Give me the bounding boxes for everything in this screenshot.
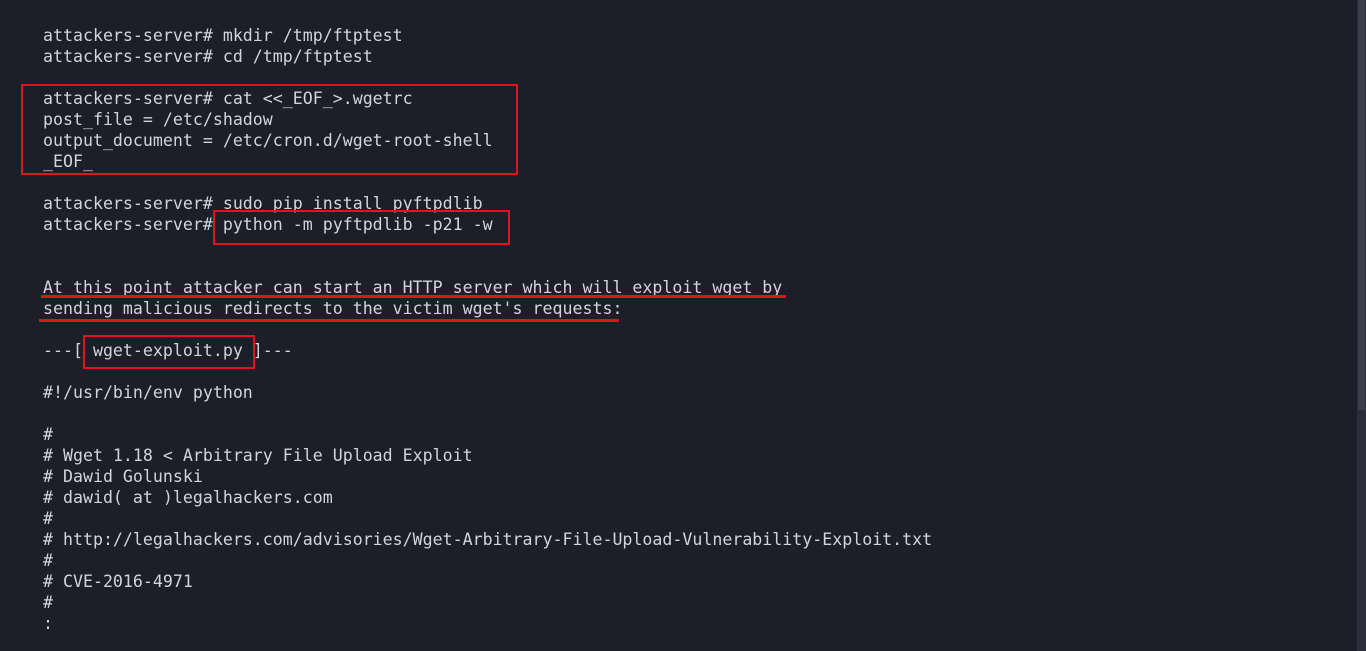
terminal-line-comment: # http://legalhackers.com/advisories/Wge… — [43, 530, 933, 549]
terminal-line-comment: # dawid( at )legalhackers.com — [43, 488, 333, 507]
terminal-line-comment: # Dawid Golunski — [43, 467, 203, 486]
terminal-window[interactable]: attackers-server# mkdir /tmp/ftptest att… — [0, 0, 1357, 651]
scrollbar-thumb[interactable] — [1358, 0, 1365, 410]
terminal-line-comment: # Wget 1.18 < Arbitrary File Upload Expl… — [43, 446, 473, 465]
terminal-line-mkdir: attackers-server# mkdir /tmp/ftptest — [43, 26, 403, 45]
highlight-underline-2 — [39, 319, 619, 322]
highlight-underline-1 — [41, 295, 786, 298]
terminal-line-comment: # — [43, 425, 53, 444]
highlight-box-ftp-command — [213, 210, 510, 245]
terminal-line-explanation-2: sending malicious redirects to the victi… — [43, 299, 623, 318]
terminal-line-comment: # — [43, 593, 53, 612]
terminal-line-comment: # — [43, 551, 53, 570]
terminal-line-shebang: #!/usr/bin/env python — [43, 383, 253, 402]
highlight-box-wgetrc — [21, 84, 518, 175]
highlight-box-exploit-filename — [83, 335, 255, 369]
terminal-line-comment: # — [43, 509, 53, 528]
terminal-line-cd: attackers-server# cd /tmp/ftptest — [43, 47, 373, 66]
terminal-line-comment: # CVE-2016-4971 — [43, 572, 193, 591]
vertical-scrollbar[interactable] — [1357, 0, 1366, 651]
terminal-pager-prompt[interactable]: : — [43, 613, 53, 634]
